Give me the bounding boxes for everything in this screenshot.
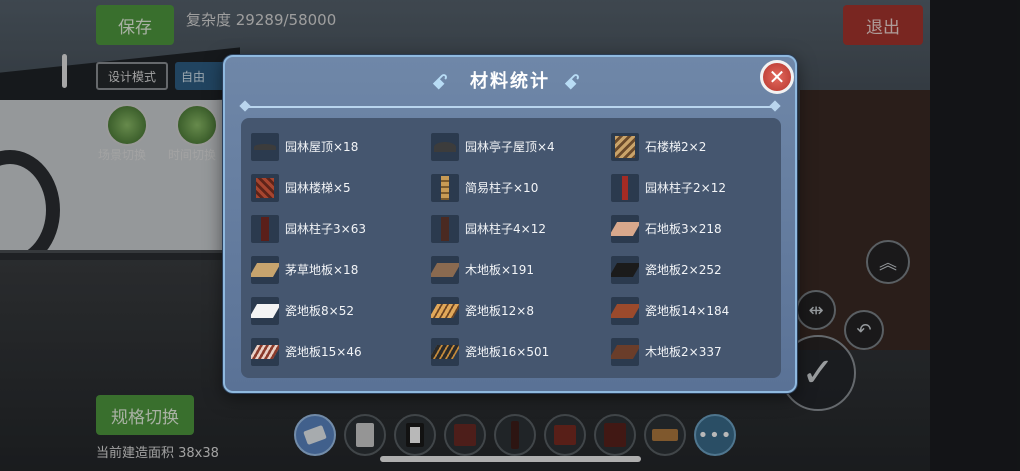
- dark-wood-floor-icon: [611, 337, 639, 366]
- material-label: 木地板2×337: [645, 345, 722, 359]
- wood-pillar-icon: [431, 173, 459, 202]
- white-tile-icon: [251, 296, 279, 325]
- brown-tile-icon: [611, 296, 639, 325]
- material-item: 园林柱子4×12: [431, 208, 611, 249]
- material-item: 瓷地板12×8: [431, 290, 611, 331]
- material-item: 木地板2×337: [611, 331, 771, 372]
- title-divider: [247, 106, 773, 108]
- material-item: 瓷地板15×46: [251, 331, 431, 372]
- material-label: 瓷地板14×184: [645, 304, 730, 318]
- stone-floor-icon: [611, 214, 639, 243]
- dark-pillar-icon: [431, 214, 459, 243]
- dark-red-pillar-icon: [251, 214, 279, 243]
- material-item: 园林柱子2×12: [611, 167, 771, 208]
- material-label: 园林柱子2×12: [645, 181, 726, 195]
- material-item: 瓷地板16×501: [431, 331, 611, 372]
- material-item: 园林屋顶×18: [251, 126, 431, 167]
- pavilion-roof-icon: [431, 132, 459, 161]
- material-label: 石楼梯2×2: [645, 140, 707, 154]
- material-item: 瓷地板14×184: [611, 290, 771, 331]
- red-pillar-icon: [611, 173, 639, 202]
- material-label: 瓷地板16×501: [465, 345, 550, 359]
- wood-floor-icon: [431, 255, 459, 284]
- dotted-tile-icon: [251, 337, 279, 366]
- close-icon: ✕: [768, 65, 786, 89]
- swirl-ornament-icon: ꗃ: [432, 70, 450, 94]
- material-item: 简易柱子×10: [431, 167, 611, 208]
- material-label: 园林楼梯×5: [285, 181, 351, 195]
- thatch-floor-icon: [251, 255, 279, 284]
- material-list: 园林屋顶×18 园林亭子屋顶×4 石楼梯2×2 园林楼梯×5 简易柱子×10 园…: [241, 118, 781, 378]
- garden-stair-icon: [251, 173, 279, 202]
- material-item: 园林楼梯×5: [251, 167, 431, 208]
- close-button[interactable]: ✕: [760, 60, 794, 94]
- dialog-title: 材料统计: [470, 71, 550, 92]
- material-item: 园林亭子屋顶×4: [431, 126, 611, 167]
- material-item: 瓷地板8×52: [251, 290, 431, 331]
- material-label: 瓷地板8×52: [285, 304, 354, 318]
- dialog-header: ꗃ 材料统计 ꗃ: [225, 65, 795, 95]
- material-label: 园林亭子屋顶×4: [465, 140, 555, 154]
- dark-pattern-tile-icon: [431, 337, 459, 366]
- material-label: 园林屋顶×18: [285, 140, 359, 154]
- material-item: 石地板3×218: [611, 208, 771, 249]
- swirl-ornament-icon: ꗃ: [564, 70, 582, 94]
- dialog-title-wrap: ꗃ 材料统计 ꗃ: [432, 67, 584, 93]
- material-label: 瓷地板12×8: [465, 304, 534, 318]
- stone-stair-icon: [611, 132, 639, 161]
- material-item: 瓷地板2×252: [611, 249, 771, 290]
- material-item: 石楼梯2×2: [611, 126, 771, 167]
- material-item: 茅草地板×18: [251, 249, 431, 290]
- material-stats-dialog: ꗃ 材料统计 ꗃ ✕ 园林屋顶×18 园林亭子屋顶×4 石楼梯2×2 园林楼梯×…: [223, 55, 797, 393]
- material-label: 木地板×191: [465, 263, 534, 277]
- material-label: 简易柱子×10: [465, 181, 539, 195]
- material-label: 园林柱子3×63: [285, 222, 366, 236]
- material-label: 园林柱子4×12: [465, 222, 546, 236]
- black-tile-icon: [611, 255, 639, 284]
- pattern-tile-icon: [431, 296, 459, 325]
- material-label: 石地板3×218: [645, 222, 722, 236]
- garden-roof-icon: [251, 132, 279, 161]
- material-item: 园林柱子3×63: [251, 208, 431, 249]
- material-label: 茅草地板×18: [285, 263, 359, 277]
- material-label: 瓷地板15×46: [285, 345, 362, 359]
- material-label: 瓷地板2×252: [645, 263, 722, 277]
- material-item: 木地板×191: [431, 249, 611, 290]
